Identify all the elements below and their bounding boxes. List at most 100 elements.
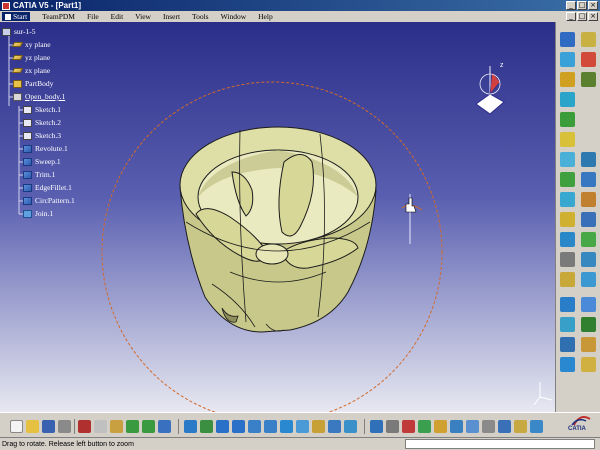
line-tool-icon[interactable] <box>560 72 575 87</box>
pan-icon[interactable] <box>216 420 229 433</box>
cut-icon[interactable] <box>78 420 91 433</box>
mapping-icon[interactable] <box>450 420 463 433</box>
tree-item-label: Open_body.1 <box>25 92 66 101</box>
pattern-tool-icon[interactable] <box>581 252 596 267</box>
tree-item-edge-fillet[interactable]: EdgeFillet.1 <box>23 183 72 192</box>
new-file-icon[interactable] <box>10 420 23 433</box>
affinity-tool-icon[interactable] <box>581 272 596 287</box>
print-icon[interactable] <box>58 420 71 433</box>
menu-view[interactable]: View <box>135 12 151 21</box>
tree-item-circ-pattern[interactable]: CircPattern.1 <box>23 196 75 205</box>
tree-item-sketch-3[interactable]: Sketch.3 <box>23 131 61 140</box>
tree-item-sketch-1[interactable]: Sketch.1 <box>23 105 61 114</box>
command-input[interactable] <box>405 439 595 449</box>
blend-tool-icon[interactable] <box>581 152 596 167</box>
menu-window[interactable]: Window <box>221 12 247 21</box>
tree-item-yz-plane[interactable]: yz plane <box>11 53 50 62</box>
normal-view-icon[interactable] <box>280 420 293 433</box>
split-tool-icon[interactable] <box>560 192 575 207</box>
tools-palette-icon[interactable] <box>498 420 511 433</box>
revolve-tool-icon[interactable] <box>560 112 575 127</box>
rotate-tool-icon[interactable] <box>560 232 575 247</box>
minimize-button[interactable]: _ <box>566 1 576 10</box>
untrim-tool-icon[interactable] <box>581 317 596 332</box>
part-3d-model[interactable] <box>179 126 377 333</box>
sweep-tool-icon[interactable] <box>560 132 575 147</box>
offset-tool-icon[interactable] <box>560 172 575 187</box>
tree-root[interactable]: sur-1-5 <box>2 27 36 36</box>
zoom-in-icon[interactable] <box>248 420 261 433</box>
update-icon[interactable] <box>530 420 543 433</box>
tree-item-join[interactable]: Join.1 <box>23 209 53 218</box>
point-tool-icon[interactable] <box>560 52 575 67</box>
open-file-icon[interactable] <box>26 420 39 433</box>
hide-show-icon[interactable] <box>328 420 341 433</box>
tree-item-trim[interactable]: Trim.1 <box>23 170 55 179</box>
tree-item-sweep[interactable]: Sweep.1 <box>23 157 61 166</box>
redo-icon[interactable] <box>142 420 155 433</box>
paste-icon[interactable] <box>110 420 123 433</box>
save-icon[interactable] <box>42 420 55 433</box>
iso-view-icon[interactable] <box>296 420 309 433</box>
copy-icon[interactable] <box>94 420 107 433</box>
close-button[interactable]: × <box>588 1 598 10</box>
fill-tool-icon[interactable] <box>560 152 575 167</box>
draft-analysis-icon[interactable] <box>434 420 447 433</box>
trim-tool-icon[interactable] <box>581 192 596 207</box>
tree-item-revolute[interactable]: Revolute.1 <box>23 144 68 153</box>
symmetry-tool-icon[interactable] <box>581 232 596 247</box>
connect-checker-icon[interactable] <box>418 420 431 433</box>
zoom-out-icon[interactable] <box>264 420 277 433</box>
doc-close-button[interactable]: × <box>588 12 598 21</box>
fly-mode-icon[interactable] <box>184 420 197 433</box>
extrude-tool-icon[interactable] <box>560 92 575 107</box>
menu-teampdm[interactable]: TeamPDM <box>42 12 75 21</box>
law-tool-icon[interactable] <box>581 337 596 352</box>
undo-icon[interactable] <box>126 420 139 433</box>
tree-item-zx-plane[interactable]: zx plane <box>11 66 50 75</box>
menu-file[interactable]: File <box>87 12 99 21</box>
analysis-icon[interactable] <box>370 420 383 433</box>
swap-visible-space-icon[interactable] <box>344 420 357 433</box>
translate-tool-icon[interactable] <box>581 212 596 227</box>
sweep-icon <box>23 157 32 166</box>
3d-viewport[interactable]: z sur-1-5 xy plane yz plane zx plane Par… <box>0 22 555 412</box>
measure-between-icon[interactable] <box>386 420 399 433</box>
tree-root-label: sur-1-5 <box>14 27 36 36</box>
disassemble-tool-icon[interactable] <box>560 337 575 352</box>
compass-icon[interactable]: z <box>475 62 505 115</box>
help-icon[interactable] <box>158 420 171 433</box>
scale-tool-icon[interactable] <box>560 272 575 287</box>
doc-minimize-button[interactable]: _ <box>566 12 576 21</box>
menu-insert[interactable]: Insert <box>163 12 180 21</box>
tree-item-open-body[interactable]: Open_body.1 <box>13 92 65 101</box>
sketch-tool-icon[interactable] <box>560 32 575 47</box>
reflect-lines-icon[interactable] <box>466 420 479 433</box>
tree-item-partbody[interactable]: PartBody <box>13 79 53 88</box>
join-tool-icon[interactable] <box>581 172 596 187</box>
rotate-view-icon[interactable] <box>232 420 245 433</box>
maximize-button[interactable]: □ <box>577 1 587 10</box>
boundary-tool-icon[interactable] <box>560 297 575 312</box>
tree-item-sketch-2[interactable]: Sketch.2 <box>23 118 61 127</box>
doc-restore-button[interactable]: □ <box>577 12 587 21</box>
extract-tool-icon[interactable] <box>581 297 596 312</box>
plane-tool-icon[interactable] <box>581 72 596 87</box>
menu-edit[interactable]: Edit <box>111 12 124 21</box>
cursor-tool-icon[interactable] <box>581 52 596 67</box>
curvature-icon[interactable] <box>402 420 415 433</box>
circle-tool-icon[interactable] <box>560 357 575 372</box>
apply-material-icon[interactable] <box>514 420 527 433</box>
cutting-plane-icon[interactable] <box>482 420 495 433</box>
menu-help[interactable]: Help <box>258 12 273 21</box>
fillet-tool-icon[interactable] <box>560 212 575 227</box>
tree-item-xy-plane[interactable]: xy plane <box>11 40 51 49</box>
wireframe-tool-icon[interactable] <box>581 32 596 47</box>
spline-tool-icon[interactable] <box>581 357 596 372</box>
menu-tools[interactable]: Tools <box>192 12 209 21</box>
measure-tool-icon[interactable] <box>560 252 575 267</box>
menu-start[interactable]: Start <box>2 12 31 21</box>
shading-icon[interactable] <box>312 420 325 433</box>
fit-all-icon[interactable] <box>200 420 213 433</box>
healing-tool-icon[interactable] <box>560 317 575 332</box>
